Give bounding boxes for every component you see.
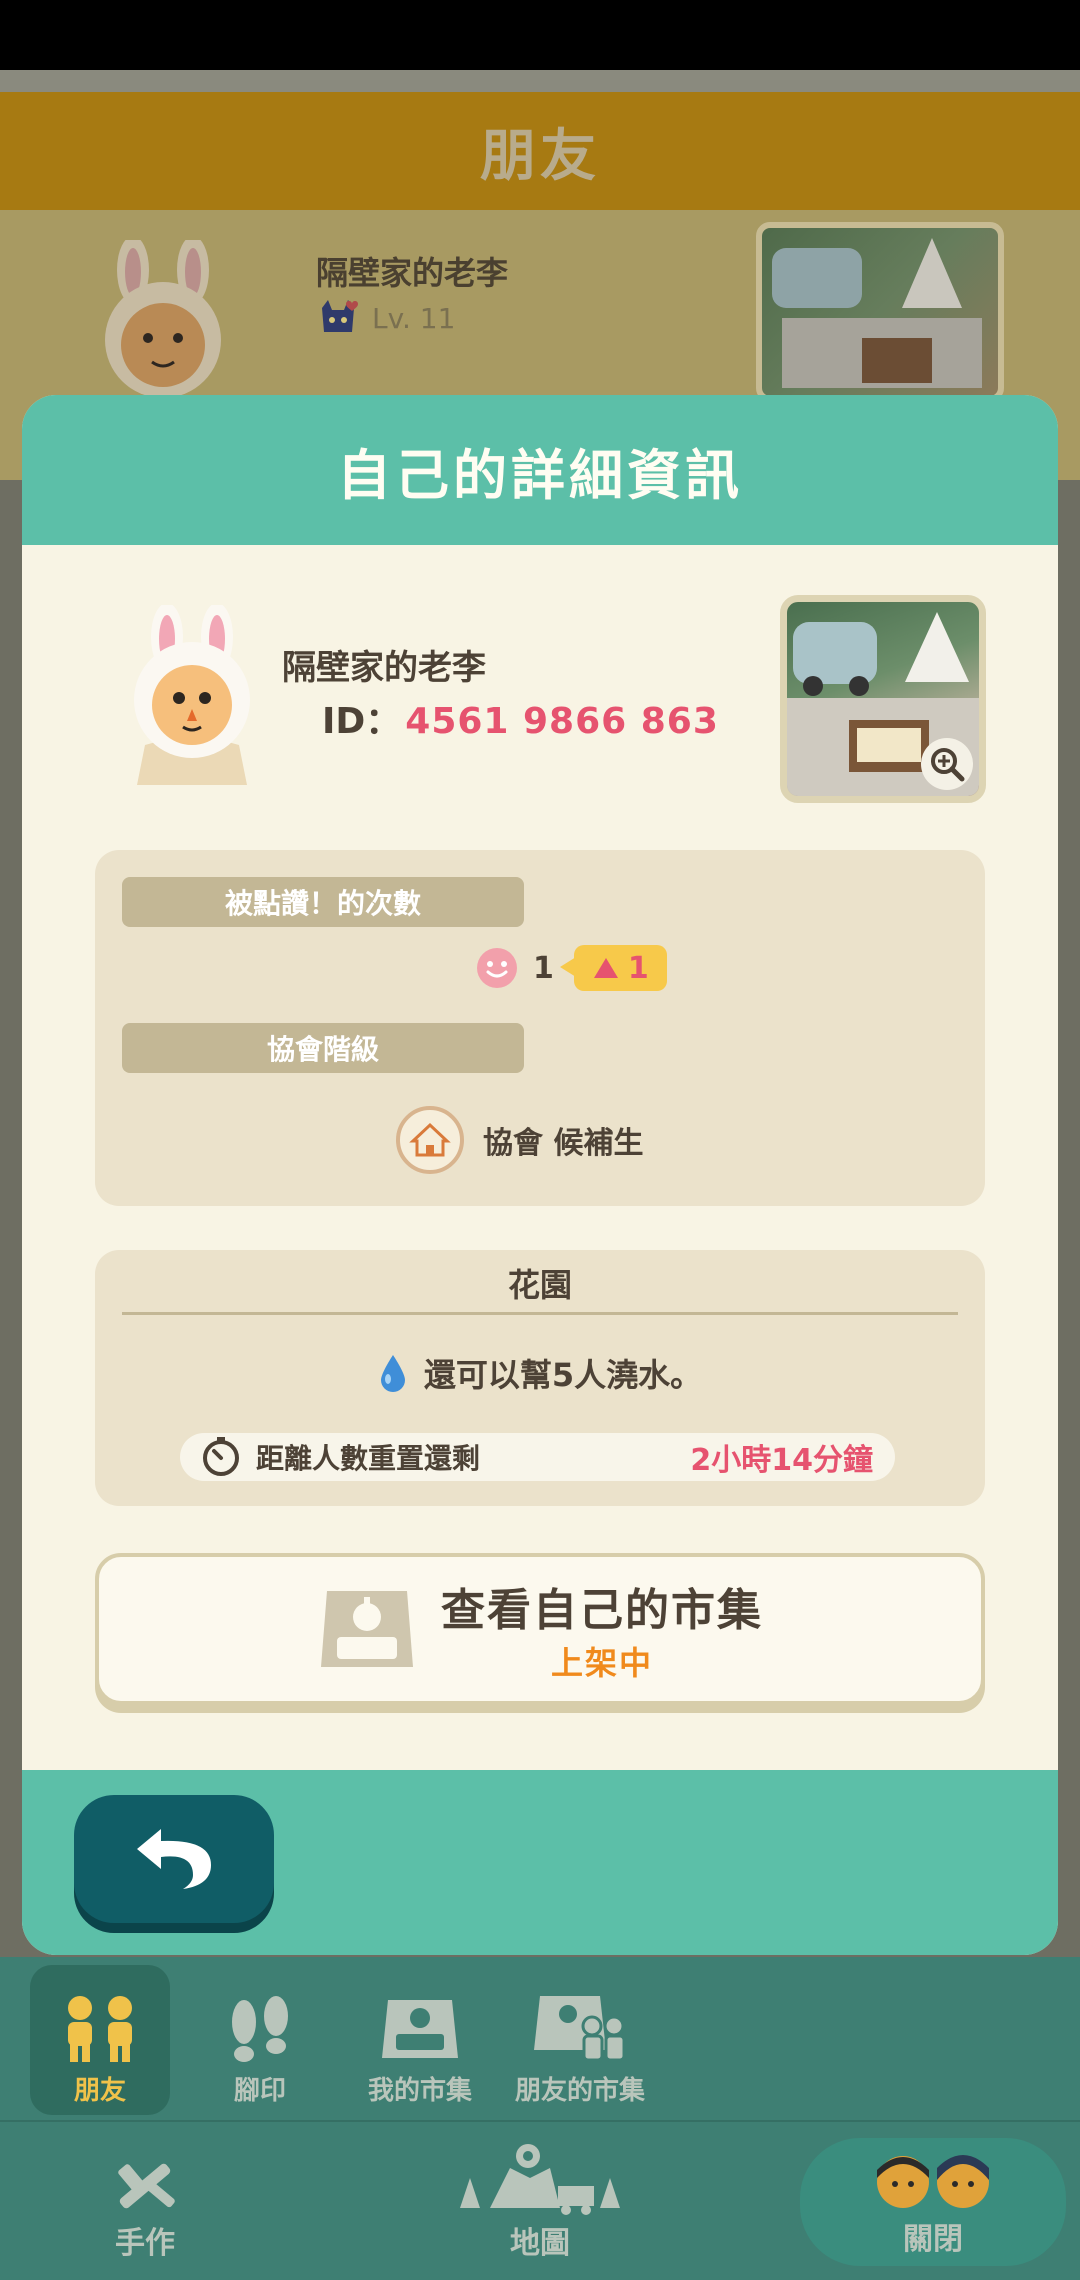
reset-timer-bar: 距離人數重置還剩 2小時14分鐘 (180, 1433, 895, 1481)
rank-section-label: 協會階級 (122, 1023, 524, 1073)
likes-increase-value: 1 (627, 950, 649, 986)
nav-footprints-label: 腳印 (233, 2076, 286, 2106)
rank-badge-icon (396, 1106, 464, 1174)
garden-title: 花園 (507, 1266, 572, 1304)
friend-name: 隔壁家的老李 (316, 254, 509, 292)
timer-icon (203, 1437, 239, 1476)
garden-panel: 花園 還可以幫5人澆水。 距離人數重置還剩 2小時14分鐘 (95, 1250, 985, 1506)
nav-craft[interactable]: 手作 (80, 2132, 210, 2272)
water-drop-icon (380, 1355, 405, 1392)
friend-level-text: Lv. 11 (372, 301, 456, 335)
market-status: 上架中 (550, 1644, 653, 1682)
nav-friends-label: 朋友 (73, 2076, 126, 2106)
my-market-icon (382, 2000, 458, 2058)
garden-divider (122, 1312, 958, 1315)
market-button-title: 查看自己的市集 (441, 1585, 763, 1636)
nav-my-market[interactable]: 我的市集 (345, 1965, 495, 2115)
garden-thumbnail-art (772, 238, 982, 388)
player-id-label: ID： (322, 701, 402, 742)
increase-arrow-icon (593, 958, 618, 978)
nav-friends[interactable]: 朋友 (30, 1965, 170, 2115)
back-arrow-icon (137, 1829, 211, 1889)
view-my-market-button[interactable]: 查看自己的市集 上架中 (95, 1553, 985, 1705)
modal-title: 自己的詳細資訊 (337, 443, 743, 507)
modal-header: 自己的詳細資訊 (22, 395, 1058, 545)
friends-market-icon (534, 1996, 626, 2062)
close-button[interactable]: 關閉 (800, 2138, 1066, 2266)
player-id: ID： 4561 9866 863 (322, 692, 719, 744)
back-button[interactable] (74, 1795, 274, 1923)
craft-icon (118, 2163, 175, 2209)
friend-garden-thumbnail (756, 222, 1004, 402)
nav-friends-market[interactable]: 朋友的市集 (500, 1965, 660, 2115)
water-row: 還可以幫5人澆水。 (95, 1350, 985, 1396)
reset-time: 2小時14分鐘 (690, 1443, 873, 1478)
nav-map-label: 地圖 (510, 2226, 570, 2261)
player-avatar (134, 605, 250, 785)
bottom-nav-bottom: 手作 地圖 關閉 (0, 2120, 1080, 2280)
background-header-title: 朋友 (480, 123, 600, 189)
cat-heart-icon (322, 300, 358, 332)
nav-map[interactable]: 地圖 (430, 2132, 650, 2272)
likes-count: 1 (533, 950, 554, 986)
zoom-in-icon (931, 748, 965, 782)
friend-level: Lv. 11 (318, 298, 455, 338)
likes-section-label: 被點讚！的次數 (122, 877, 524, 927)
reset-label: 距離人數重置還剩 (256, 1442, 481, 1475)
player-name: 隔壁家的老李 (282, 648, 486, 688)
map-icon (460, 2144, 620, 2215)
rank-value: 協會 候補生 (483, 1126, 644, 1161)
footprints-icon (232, 1996, 288, 2062)
player-id-value: 4561 9866 863 (405, 701, 719, 742)
nav-footprints[interactable]: 腳印 (195, 1965, 325, 2115)
smiley-icon (477, 948, 517, 988)
stats-panel: 被點讚！的次數 1 1 協會階級 協會 候補生 (95, 850, 985, 1206)
likes-increase-badge: 1 (559, 945, 667, 991)
rank-row: 協會 候補生 (395, 1105, 643, 1175)
background-strip (0, 70, 1080, 92)
bottom-nav-top: 朋友 腳印 我的市集 朋友的市集 (0, 1957, 1080, 2120)
nav-my-market-label: 我的市集 (367, 2076, 472, 2106)
background-header: 朋友 (0, 92, 1080, 210)
close-button-label: 關閉 (903, 2222, 963, 2257)
market-box-icon (321, 1591, 413, 1667)
water-text: 還可以幫5人澆水。 (423, 1356, 703, 1394)
likes-row: 1 1 (475, 945, 667, 991)
market-button-texts: 查看自己的市集 上架中 (441, 1574, 763, 1684)
profile-details-modal: 自己的詳細資訊 隔壁家的老李 ID： 4561 9866 863 被點讚！的次數… (22, 395, 1058, 1955)
friends-icon (68, 1996, 132, 2062)
garden-thumbnail[interactable] (780, 595, 986, 803)
nav-craft-label: 手作 (115, 2226, 175, 2261)
status-bar (0, 0, 1080, 70)
close-characters-icon (877, 2155, 989, 2208)
nav-friends-market-label: 朋友的市集 (514, 2076, 645, 2106)
friend-avatar (105, 240, 221, 398)
zoom-button[interactable] (921, 738, 973, 790)
